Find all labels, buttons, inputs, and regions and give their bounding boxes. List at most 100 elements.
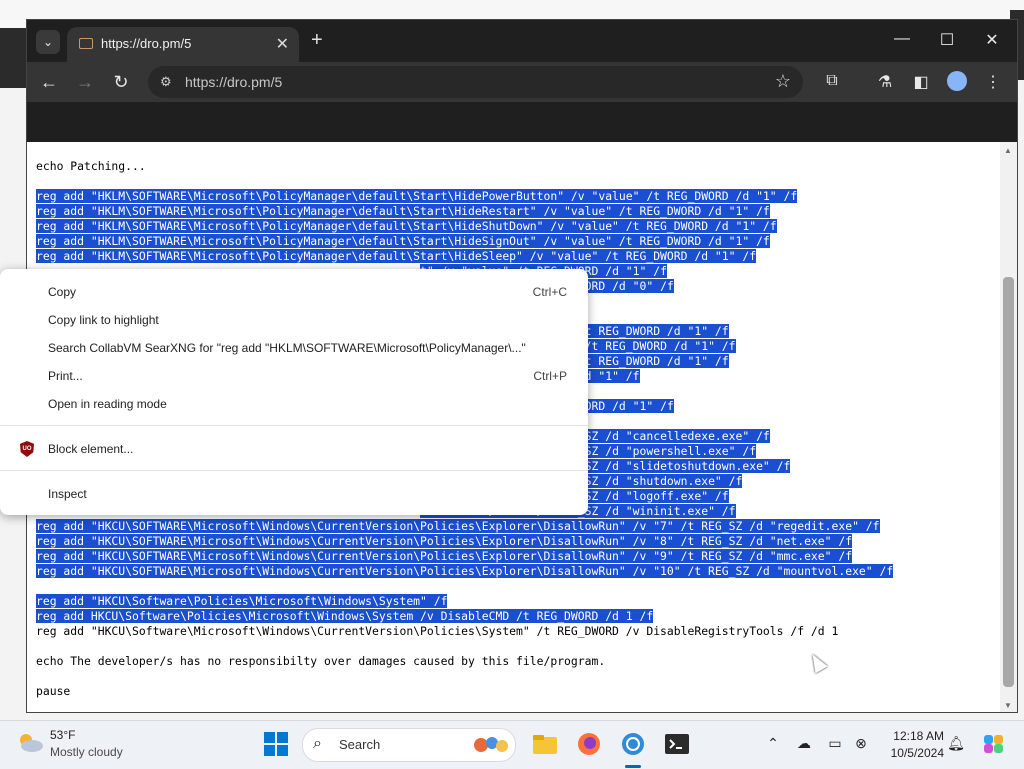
weather-condition[interactable]: Mostly cloudy [50, 745, 123, 759]
code-line-text: reg add "HKCU\Software\Microsoft\Windows… [36, 624, 839, 638]
chevron-up-icon[interactable]: ⌃ [764, 735, 782, 752]
site-info-icon[interactable]: ⚙ [160, 74, 172, 90]
menu-item-label: Search CollabVM SearXNG for "reg add "HK… [48, 341, 526, 355]
no-cloud-icon[interactable]: ☁ [795, 735, 813, 752]
code-line-text: reg add "HKLM\SOFTWARE\Microsoft\PolicyM… [36, 189, 798, 203]
menu-item-block-element[interactable]: UO Block element... [0, 436, 588, 462]
code-line: reg add "HKLM\SOFTWARE\Microsoft\PolicyM… [36, 219, 893, 234]
firefox-icon[interactable] [576, 731, 602, 757]
scroll-down-arrow-icon[interactable]: ▼ [1004, 701, 1012, 710]
cloud-sun-icon[interactable] [16, 731, 44, 753]
windows-start-icon[interactable] [263, 731, 289, 757]
menu-item-label: Print... [48, 369, 83, 383]
forward-button[interactable]: → [74, 71, 96, 93]
taskbar: 53°F Mostly cloudy ⌕ Search ⌃ ☁ ▭ ⊗ 12:1… [0, 720, 1024, 769]
labs-flask-icon[interactable]: ⚗ [875, 72, 895, 92]
menu-item-label: Block element... [48, 442, 134, 456]
code-line: pause [36, 684, 893, 699]
code-line: reg add "HKLM\SOFTWARE\Microsoft\PolicyM… [36, 204, 893, 219]
code-line-text: reg add "HKCU\SOFTWARE\Microsoft\Windows… [36, 534, 853, 548]
menu-item-label: Copy link to highlight [48, 313, 159, 327]
tab-search-button[interactable]: ⌄ [36, 30, 60, 54]
maximize-button[interactable]: ☐ [937, 30, 957, 50]
menu-icon[interactable]: ⋮ [983, 72, 1003, 92]
code-line: reg add "HKCU\Software\Microsoft\Windows… [36, 624, 893, 639]
code-line-text: reg add "HKLM\SOFTWARE\Microsoft\PolicyM… [36, 204, 770, 218]
menu-item-shortcut: Ctrl+C [532, 285, 567, 299]
weather-temperature[interactable]: 53°F [50, 728, 75, 742]
menu-separator [0, 425, 588, 426]
menu-item-copy-link[interactable]: Copy link to highlight [0, 307, 588, 333]
extensions-icon[interactable]: ⧉ [822, 72, 842, 90]
vertical-scrollbar[interactable]: ▲ ▼ [1000, 142, 1017, 712]
menu-item-label: Open in reading mode [48, 397, 167, 411]
code-line-text: reg add "HKLM\SOFTWARE\Microsoft\PolicyM… [36, 234, 770, 248]
clock-date[interactable]: 10/5/2024 [884, 746, 944, 760]
menu-item-shortcut: Ctrl+P [533, 369, 567, 383]
copilot-icon[interactable] [981, 731, 1007, 757]
code-line: reg add "HKLM\SOFTWARE\Microsoft\PolicyM… [36, 249, 893, 264]
scroll-thumb[interactable] [1003, 277, 1014, 687]
menu-separator [0, 470, 588, 471]
code-line: reg add "HKCU\SOFTWARE\Microsoft\Windows… [36, 519, 893, 534]
close-window-button[interactable]: ✕ [982, 30, 1002, 50]
page-icon [79, 38, 93, 49]
code-line: reg add "HKCU\SOFTWARE\Microsoft\Windows… [36, 534, 893, 549]
scroll-up-arrow-icon[interactable]: ▲ [1004, 146, 1012, 155]
code-line-text: reg add HKCU\Software\Policies\Microsoft… [36, 609, 654, 623]
file-explorer-icon[interactable] [532, 731, 558, 757]
menu-item-search[interactable]: Search CollabVM SearXNG for "reg add "HK… [0, 335, 588, 361]
bookmark-star-icon[interactable]: ☆ [775, 71, 791, 92]
code-line-text: reg add "HKCU\SOFTWARE\Microsoft\Windows… [36, 549, 853, 563]
browser-toolbar: ← → ↻ ⚙ https://dro.pm/5 ☆ ⧉ ⚗ ◧ ⋮ [27, 62, 1017, 102]
code-line: reg add "HKCU\SOFTWARE\Microsoft\Windows… [36, 549, 893, 564]
new-tab-button[interactable]: + [311, 30, 323, 50]
ublock-icon: UO [20, 441, 34, 457]
back-button[interactable]: ← [38, 71, 60, 93]
menu-item-copy[interactable]: Copy Ctrl+C [0, 279, 588, 305]
browser-infobar [27, 102, 1017, 142]
search-label: Search [339, 737, 381, 752]
code-line-text: reg add "HKCU\Software\Policies\Microsof… [36, 594, 448, 608]
code-line-text: reg add "HKCU\SOFTWARE\Microsoft\Windows… [36, 519, 880, 533]
taskbar-search[interactable]: ⌕ Search [302, 728, 516, 762]
tab-strip: ⌄ https://dro.pm/5 ✕ + — ☐ ✕ [27, 20, 1017, 62]
menu-item-inspect[interactable]: Inspect [0, 481, 588, 507]
minimize-button[interactable]: — [892, 30, 912, 48]
code-line: echo The developer/s has no responsibilt… [36, 654, 893, 669]
address-bar[interactable]: ⚙ https://dro.pm/5 ☆ [148, 66, 803, 98]
side-panel-icon[interactable]: ◧ [911, 72, 931, 92]
code-line: reg add "HKCU\Software\Policies\Microsof… [36, 594, 893, 609]
code-line: reg add HKCU\Software\Policies\Microsoft… [36, 609, 893, 624]
display-icon[interactable]: ▭ [826, 735, 844, 752]
active-tab[interactable]: https://dro.pm/5 ✕ [67, 27, 299, 62]
code-line-text: echo Patching... [36, 159, 146, 173]
close-tab-icon[interactable]: ✕ [276, 34, 289, 54]
code-line-text: echo The developer/s has no responsibilt… [36, 654, 606, 668]
menu-item-reading-mode[interactable]: Open in reading mode [0, 391, 588, 417]
search-icon: ⌕ [313, 735, 322, 752]
code-line: reg add "HKLM\SOFTWARE\Microsoft\PolicyM… [36, 234, 893, 249]
code-line-text: reg add "HKLM\SOFTWARE\Microsoft\PolicyM… [36, 219, 777, 233]
search-highlight-icon [474, 737, 508, 752]
terminal-icon[interactable] [664, 731, 690, 757]
profile-avatar[interactable] [947, 71, 967, 91]
url-text[interactable]: https://dro.pm/5 [185, 74, 282, 90]
network-icon[interactable]: ⊗ [852, 735, 870, 752]
clock-time[interactable]: 12:18 AM [884, 729, 944, 743]
reload-button[interactable]: ↻ [110, 71, 132, 93]
menu-item-label: Copy [48, 285, 77, 299]
chrome-icon[interactable] [620, 731, 646, 757]
code-line: reg add "HKCU\SOFTWARE\Microsoft\Windows… [36, 564, 894, 579]
notification-bell-icon[interactable]: 🔔︎ [947, 735, 965, 752]
menu-item-label: Inspect [48, 487, 87, 501]
code-line: reg add "HKLM\SOFTWARE\Microsoft\PolicyM… [36, 189, 893, 204]
background-window [0, 28, 28, 88]
code-line: echo Patching... [36, 159, 893, 174]
tab-title: https://dro.pm/5 [101, 36, 192, 51]
menu-item-print[interactable]: Print... Ctrl+P [0, 363, 588, 389]
